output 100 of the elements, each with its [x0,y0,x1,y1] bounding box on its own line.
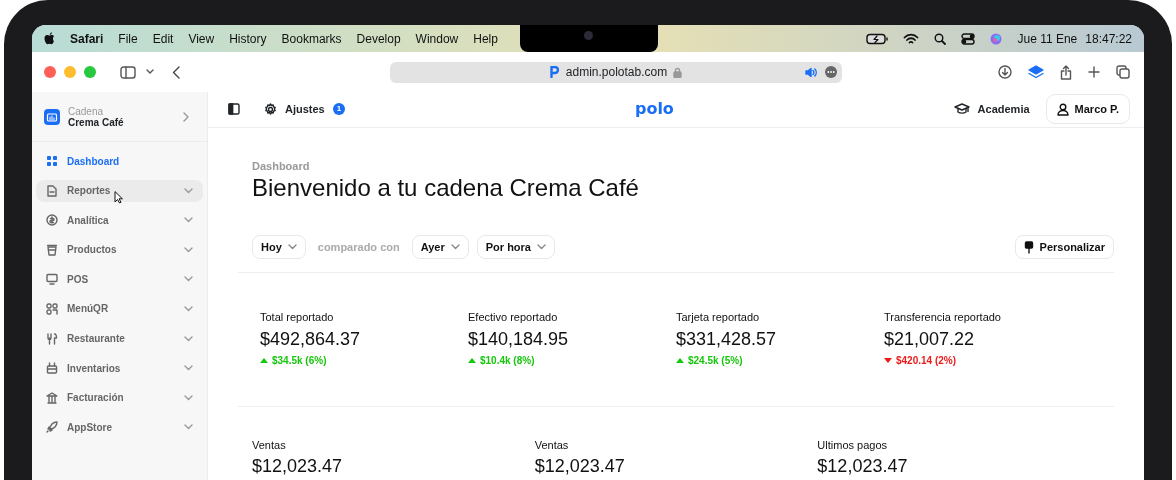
stat-value: $21,007.22 [884,327,976,351]
menu-item[interactable]: History [229,29,267,48]
new-tab-icon[interactable] [1088,66,1100,78]
wifi-icon[interactable] [903,32,920,45]
settings-icon [264,102,277,116]
sidebar-toggle-icon[interactable] [120,65,136,79]
chevron-down-icon [450,244,460,250]
store-logo-icon [44,108,60,125]
chevron-down-icon [184,335,193,342]
customize-button[interactable]: Personalizar [1014,235,1114,259]
stat-change: $420.14 (2%) [884,352,1092,368]
layers-icon[interactable] [1028,65,1044,79]
coin-icon [46,214,58,227]
close-button[interactable] [44,66,56,78]
summary-value: $12,023.47 [252,455,344,478]
chevron-down-icon [184,305,193,312]
sidebar-item[interactable]: Reportes [36,179,203,202]
summary-label: Ventas [534,437,570,453]
chevron-down-icon [184,365,193,372]
breadcrumb-text: Dashboard [252,158,311,174]
sidebar-item[interactable]: MenúQR [36,297,203,320]
menubar-date[interactable]: Jue 11 Ene [1017,29,1078,48]
sidebar-item[interactable]: Restaurante [36,327,203,350]
up-triangle-icon [676,356,684,364]
grid-icon [46,155,58,167]
stat-value: $140,184.95 [468,327,570,351]
menu-item[interactable]: Window [415,29,459,48]
summary-label: Ultimos pagos [817,437,889,453]
app-menu[interactable]: Safari [70,29,104,48]
up-triangle-icon [468,356,476,364]
sidebar-item[interactable]: Productos [36,238,203,261]
sidebar-item[interactable]: Inventarios [36,357,203,380]
sidebar-item[interactable]: POS [36,268,203,291]
chevron-down-icon [184,246,193,253]
academy-link[interactable]: Academia [953,101,1030,118]
sidebar-toggle-icon[interactable] [228,103,240,116]
sidebar-item[interactable]: Facturación [36,386,203,409]
more-icon[interactable] [825,66,837,78]
user-menu-button[interactable]: Marco P. [1045,94,1130,125]
box-icon [46,362,58,375]
stat-change: $10.4k (8%) [468,352,676,368]
control-center-icon[interactable] [961,32,976,45]
stat-change: $24.5k (5%) [676,352,884,368]
menu-item[interactable]: View [188,29,215,48]
up-triangle-icon [260,356,268,364]
settings-link[interactable]: Ajustes [264,101,325,118]
menu-item[interactable]: Edit [152,29,174,48]
summary-value: $12,023.47 [817,455,909,478]
chain-label: Cadena [68,105,105,117]
address-bar[interactable]: admin.polotab.com [390,61,842,83]
cup-icon [46,243,58,256]
share-icon[interactable] [1060,64,1072,80]
document-icon [46,184,58,197]
chevron-down-icon [287,244,297,250]
sidebar-item[interactable]: Analítica [36,209,203,232]
apple-icon [44,32,55,45]
menu-item[interactable]: Develop [356,29,401,48]
search-icon[interactable] [934,32,947,45]
download-icon[interactable] [998,65,1012,79]
bank-icon [46,391,58,404]
app-logo[interactable]: polo [634,97,674,122]
sidebar-item[interactable]: AppStore [36,416,203,439]
chevron-down-icon [537,244,546,250]
chevron-down-icon [184,394,193,401]
user-icon [1056,102,1069,116]
battery-icon[interactable] [866,32,889,45]
chevron-down-icon[interactable] [146,69,154,75]
back-icon[interactable] [172,65,180,79]
stat-label: Transferencia reportado [884,310,1002,325]
filter-dropdown[interactable]: Hoy [252,235,306,259]
stat-change: $34.5k (6%) [260,352,468,368]
menu-item[interactable]: File [118,29,138,48]
filter-label: comparado con [317,239,400,255]
cutlery-icon [46,332,58,345]
tabs-icon[interactable] [1116,65,1130,79]
url-text: admin.polotab.com [565,64,668,81]
lock-icon [673,66,683,78]
chain-name: Crema Café [68,116,125,128]
speaker-icon[interactable] [805,66,817,78]
filter-dropdown[interactable]: Ayer [411,235,469,259]
chain-switcher[interactable]: Cadena Crema Café [32,92,207,142]
menubar-clock[interactable]: 18:47:22 [1085,29,1132,48]
menu-item[interactable]: Help [473,29,498,48]
stat-label: Efectivo reportado [468,310,559,325]
filter-dropdown[interactable]: Por hora [476,235,555,259]
brush-icon [1023,240,1034,254]
summary-label: Ventas [252,437,287,453]
sidebar-item[interactable]: Dashboard [36,150,203,172]
stat-label: Tarjeta reportado [676,310,761,325]
chevron-down-icon [184,276,193,283]
cursor-icon [114,191,123,204]
monitor-icon [46,273,58,286]
rocket-icon [46,421,58,434]
stat-label: Total reportado [260,310,335,325]
chevron-right-icon [183,111,189,122]
chevron-down-icon [184,424,193,431]
stat-value: $331,428.57 [676,327,778,351]
page-title: Bienvenido a tu cadena Crema Café [252,174,640,203]
menu-item[interactable]: Bookmarks [281,29,342,48]
stat-value: $492,864.37 [260,327,362,351]
